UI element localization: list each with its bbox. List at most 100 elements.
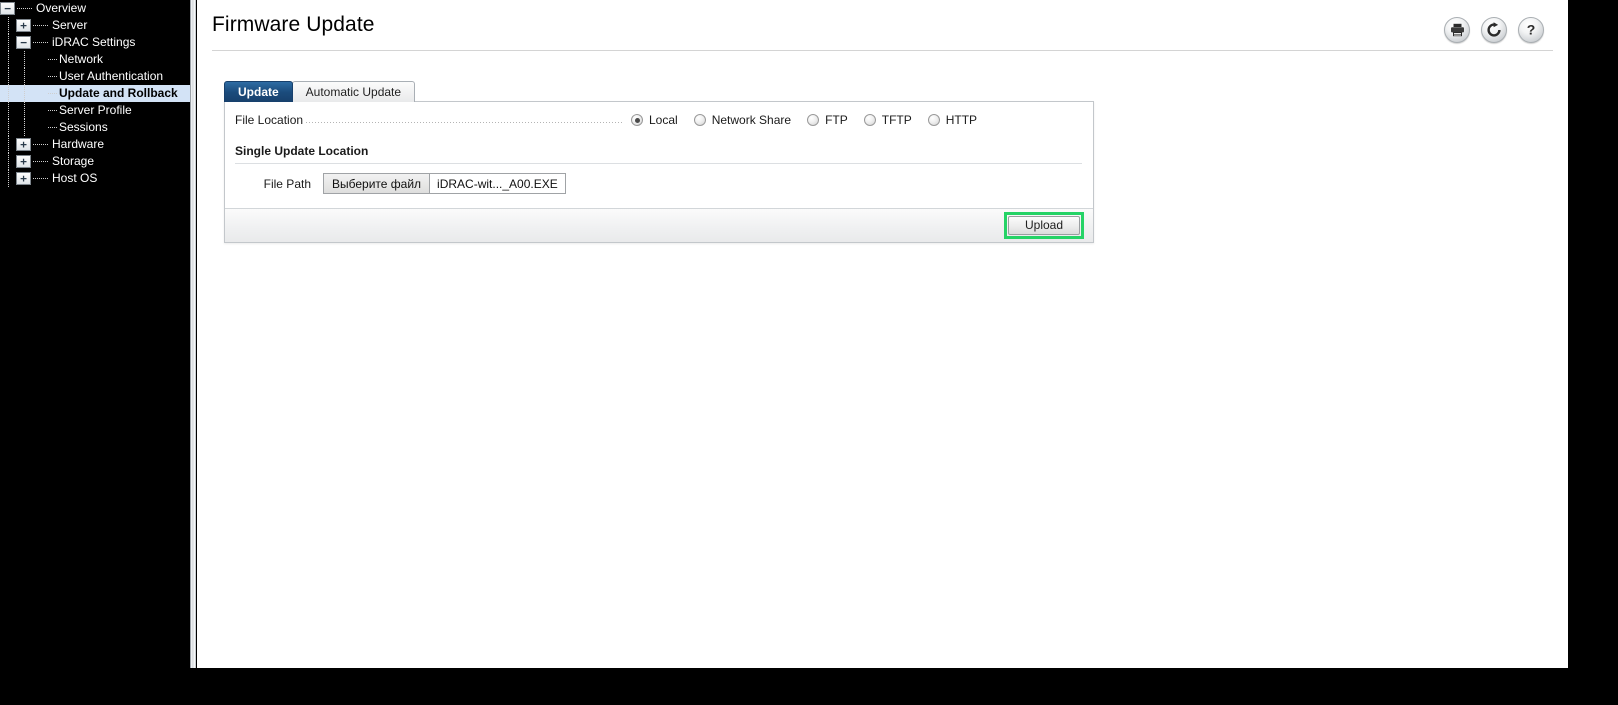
page-title: Firmware Update — [212, 13, 375, 36]
sidebar-item-label: iDRAC Settings — [52, 35, 136, 49]
tree-connector — [33, 136, 51, 153]
file-location-row: File Location Local Network Share FTP TFTP H… — [225, 102, 1093, 138]
radio-option-ftp[interactable]: FTP — [807, 113, 848, 127]
tree-expand-icon[interactable]: + — [16, 138, 31, 151]
tree-indent-guide — [16, 85, 32, 102]
tree-indent-guide — [16, 51, 32, 68]
sidebar-splitter[interactable] — [190, 0, 196, 668]
sidebar-item-network[interactable]: Network — [0, 51, 190, 68]
tree-indent-guide — [0, 85, 16, 102]
radio-button-icon[interactable] — [863, 114, 876, 126]
tree-node-inner: + Hardware — [0, 136, 190, 153]
header-icon-group: ? — [1444, 17, 1544, 43]
tree-expand-icon[interactable]: + — [16, 155, 31, 168]
application-window: − Overview + Server − iDRAC Settings Network Us… — [0, 0, 1618, 705]
sidebar-item-label: Server Profile — [59, 103, 132, 117]
sidebar-item-overview[interactable]: − Overview — [0, 0, 190, 17]
update-panel: File Location Local Network Share FTP TFTP H… — [224, 101, 1094, 243]
section-title: Single Update Location — [235, 144, 1082, 164]
radio-option-label: Network Share — [711, 113, 792, 127]
sidebar-item-storage[interactable]: + Storage — [0, 153, 190, 170]
tab-update[interactable]: Update — [224, 81, 293, 102]
sidebar-item-label: Network — [59, 52, 104, 66]
tree-node-inner: User Authentication — [0, 68, 190, 85]
tree-connector — [48, 102, 58, 119]
tree-node-inner: Sessions — [0, 119, 190, 136]
radio-option-network-share[interactable]: Network Share — [693, 113, 792, 127]
sidebar-item-sessions[interactable]: Sessions — [0, 119, 190, 136]
sidebar-item-server-profile[interactable]: Server Profile — [0, 102, 190, 119]
radio-option-label: Local — [649, 113, 678, 127]
tree-connector — [33, 17, 51, 34]
tree-indent-guide — [16, 102, 32, 119]
sidebar-item-server[interactable]: + Server — [0, 17, 190, 34]
sidebar-item-host-os[interactable]: + Host OS — [0, 170, 190, 187]
panel-body: File Location Local Network Share FTP TFTP H… — [225, 102, 1093, 208]
choose-file-button[interactable]: Выберите файл — [324, 174, 431, 193]
file-location-radio-group: Local Network Share FTP TFTP HTTP — [631, 113, 977, 127]
sidebar-item-label: Host OS — [52, 171, 98, 185]
selected-file-name: iDRAC-wit..._A00.EXE — [437, 176, 558, 191]
tree-node-inner: + Storage — [0, 153, 190, 170]
tree-node-inner: + Server — [0, 17, 190, 34]
tree-indent-guide — [0, 102, 16, 119]
radio-option-label: HTTP — [945, 113, 978, 127]
sidebar-item-label: Server — [52, 18, 88, 32]
radio-option-tftp[interactable]: TFTP — [863, 113, 912, 127]
sidebar-item-label: Overview — [36, 1, 87, 15]
radio-button-icon[interactable] — [807, 114, 820, 126]
upload-button-highlight: Upload — [1004, 212, 1084, 239]
tree-connector — [17, 0, 35, 17]
sidebar-item-update-and-rollback[interactable]: Update and Rollback — [0, 85, 190, 102]
tree-indent-guide — [0, 136, 16, 153]
tab-automatic-update[interactable]: Automatic Update — [291, 81, 416, 102]
radio-button-icon[interactable] — [693, 114, 706, 126]
refresh-icon[interactable] — [1481, 17, 1507, 43]
tree-connector — [48, 51, 58, 68]
tree-indent-guide — [0, 68, 16, 85]
file-path-input[interactable]: Выберите файл iDRAC-wit..._A00.EXE — [323, 173, 566, 194]
sidebar-item-user-authentication[interactable]: User Authentication — [0, 68, 190, 85]
tree-connector — [33, 34, 51, 51]
panel-footer: Upload — [225, 208, 1093, 242]
navigation-tree: − Overview + Server − iDRAC Settings Network Us… — [0, 0, 190, 187]
sidebar-item-label: Hardware — [52, 137, 105, 151]
svg-text:?: ? — [1527, 22, 1536, 38]
tree-node-inner: Update and Rollback — [0, 85, 190, 102]
sidebar-item-label: User Authentication — [59, 69, 164, 83]
radio-button-icon[interactable] — [927, 114, 940, 126]
navigation-sidebar: − Overview + Server − iDRAC Settings Network Us… — [0, 0, 190, 668]
tree-expand-icon[interactable]: + — [16, 19, 31, 32]
tree-node-inner: Server Profile — [0, 102, 190, 119]
radio-option-label: FTP — [825, 113, 848, 127]
tree-node-inner: − Overview — [0, 0, 190, 17]
tab-strip: Update Automatic Update — [224, 80, 416, 102]
file-location-label: File Location — [235, 113, 304, 127]
tree-connector — [48, 68, 58, 85]
file-location-label-group: File Location — [235, 113, 623, 127]
upload-button[interactable]: Upload — [1008, 216, 1080, 235]
tree-expand-icon[interactable]: + — [16, 172, 31, 185]
radio-option-local[interactable]: Local — [631, 113, 678, 127]
tree-node-inner: − iDRAC Settings — [0, 34, 190, 51]
page-header: Firmware Update ? — [197, 0, 1568, 55]
sidebar-item-hardware[interactable]: + Hardware — [0, 136, 190, 153]
dotted-leader — [306, 122, 623, 123]
tree-indent-guide — [0, 170, 16, 187]
file-path-label: File Path — [263, 176, 311, 191]
tree-collapse-icon[interactable]: − — [16, 36, 31, 49]
sidebar-item-idrac-settings[interactable]: − iDRAC Settings — [0, 34, 190, 51]
radio-button-icon[interactable] — [631, 114, 643, 126]
tree-connector — [48, 85, 58, 102]
sidebar-item-label: Storage — [52, 154, 95, 168]
radio-option-label: TFTP — [881, 113, 912, 127]
radio-option-http[interactable]: HTTP — [927, 113, 978, 127]
print-icon[interactable] — [1444, 17, 1470, 43]
tree-indent-guide — [0, 153, 16, 170]
tree-connector — [33, 153, 51, 170]
help-icon[interactable]: ? — [1518, 17, 1544, 43]
sidebar-item-label: Update and Rollback — [59, 86, 178, 100]
tree-collapse-icon[interactable]: − — [0, 2, 15, 15]
